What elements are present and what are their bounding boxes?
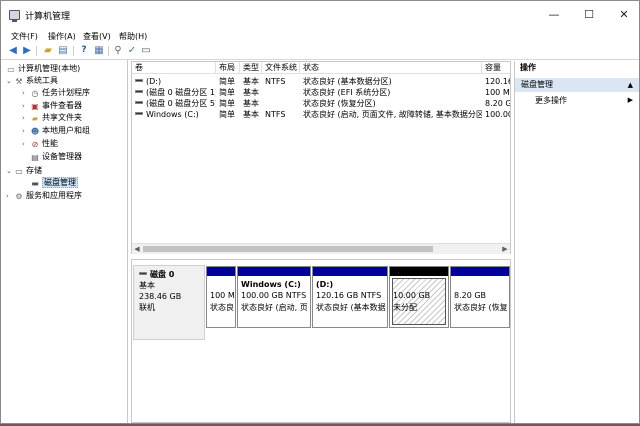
users-icon: ☻	[30, 127, 40, 136]
scrollbar-thumb[interactable]	[143, 246, 433, 252]
expand-icon[interactable]: ›	[22, 112, 30, 124]
partition-efi[interactable]: 100 M 状态良	[206, 266, 236, 328]
column-header-capacity[interactable]: 容量	[482, 62, 510, 74]
expand-icon[interactable]: ›	[22, 138, 30, 150]
up-folder-icon[interactable]: ▰	[42, 45, 54, 56]
back-arrow-icon[interactable]: ◀	[7, 45, 19, 56]
tree-performance[interactable]: › ⊘ 性能	[22, 138, 58, 150]
column-header-volume[interactable]: 卷	[132, 62, 216, 74]
disk-type: 基本	[139, 281, 155, 290]
partition-bar	[451, 267, 509, 276]
actions-section-disk-management[interactable]: 磁盘管理 ▲	[515, 78, 639, 92]
connect-icon[interactable]: ⚲	[112, 45, 124, 56]
toolbar-separator	[73, 46, 74, 56]
column-header-status[interactable]: 状态	[300, 62, 482, 74]
menu-action[interactable]: 操作(A)	[48, 31, 76, 42]
maximize-button[interactable]: ☐	[572, 1, 606, 29]
disk-size: 238.46 GB	[139, 292, 182, 301]
menu-bar: 文件(F) 操作(A) 查看(V) 帮助(H)	[1, 29, 639, 43]
toolbar-separator	[108, 46, 109, 56]
disk-0-info[interactable]: 磁盘 0 基本 238.46 GB 联机	[133, 265, 205, 340]
submenu-arrow-icon: ▶	[627, 96, 633, 104]
actions-pane: 操作 磁盘管理 ▲ 更多操作 ▶	[514, 61, 639, 423]
collapse-icon[interactable]: ⌄	[6, 75, 14, 87]
partition-recovery[interactable]: 8.20 GB 状态良好 (恢复	[450, 266, 510, 328]
horizontal-scrollbar[interactable]: ◀ ▶	[132, 243, 510, 254]
disk-icon	[139, 272, 147, 275]
partition-windows-c[interactable]: Windows (C:) 100.00 GB NTFS 状态良好 (启动, 页	[237, 266, 311, 328]
scroll-right-icon[interactable]: ▶	[500, 244, 510, 254]
partition-d[interactable]: (D:) 120.16 GB NTFS 状态良好 (基本数据	[312, 266, 388, 328]
toolbar: ◀ ▶ ▰ ▤ ? ▦ ⚲ ✓ ▭	[1, 43, 639, 60]
tree-local-users[interactable]: › ☻ 本地用户和组	[22, 125, 90, 137]
tree-shared-folders[interactable]: › ▰ 共享文件夹	[22, 112, 82, 124]
menu-file[interactable]: 文件(F)	[11, 31, 38, 42]
expand-icon[interactable]: ›	[22, 100, 30, 112]
services-icon: ⚙	[15, 192, 23, 201]
tree-disk-management[interactable]: ▬ 磁盘管理	[22, 177, 78, 189]
disk-name: 磁盘 0	[150, 270, 175, 279]
expand-icon[interactable]: ›	[6, 190, 14, 202]
window-title: 计算机管理	[25, 12, 71, 22]
toolbar-separator	[36, 46, 37, 56]
title-bar: 计算机管理 — ☐ ✕	[1, 1, 639, 29]
tree-system-tools[interactable]: ⌄ ⚒ 系统工具	[6, 75, 58, 87]
partition-bar	[313, 267, 387, 276]
disk-graphical-view: 磁盘 0 基本 238.46 GB 联机 100 M 状态良 Windows (…	[131, 259, 511, 423]
computer-management-window: 计算机管理 — ☐ ✕ 文件(F) 操作(A) 查看(V) 帮助(H) ◀ ▶ …	[0, 0, 640, 424]
partition-bar	[390, 267, 448, 276]
clock-icon: ◷	[31, 89, 39, 98]
tree-task-scheduler[interactable]: › ◷ 任务计划程序	[22, 87, 90, 99]
minimize-button[interactable]: —	[537, 1, 571, 29]
menu-help[interactable]: 帮助(H)	[119, 31, 147, 42]
close-button[interactable]: ✕	[607, 1, 639, 29]
column-header-type[interactable]: 类型	[240, 62, 262, 74]
properties-icon[interactable]: ▭	[140, 45, 152, 56]
collapse-up-icon[interactable]: ▲	[628, 78, 633, 92]
tree-storage[interactable]: ⌄ ▭ 存储	[6, 165, 42, 177]
tree-root[interactable]: ▭ 计算机管理(本地)	[6, 63, 80, 75]
navigation-tree: ▭ 计算机管理(本地) ⌄ ⚒ 系统工具 › ◷ 任务计划程序 › ▣ 事件查看器 › ▰ 共享文…	[2, 60, 128, 423]
show-hide-tree-icon[interactable]: ▤	[57, 45, 69, 56]
volume-icon	[135, 90, 143, 93]
scroll-left-icon[interactable]: ◀	[132, 244, 142, 254]
disk-status: 联机	[139, 303, 155, 312]
more-actions-item[interactable]: 更多操作 ▶	[515, 94, 639, 107]
volume-icon	[135, 112, 143, 115]
check-icon[interactable]: ✓	[126, 45, 138, 56]
volume-icon	[135, 101, 143, 104]
expand-icon[interactable]: ›	[22, 125, 30, 137]
performance-icon: ⊘	[31, 140, 39, 149]
disk-management-icon: ▬	[31, 179, 39, 188]
tree-services[interactable]: › ⚙ 服务和应用程序	[6, 190, 82, 202]
expand-icon[interactable]: ›	[22, 87, 30, 99]
tools-icon: ⚒	[15, 77, 23, 86]
collapse-icon[interactable]: ⌄	[6, 165, 14, 177]
volume-list: 卷 布局 类型 文件系统 状态 容量 (D:) 简单 基本 NTFS 状态良好 …	[131, 61, 511, 254]
tree-event-viewer[interactable]: › ▣ 事件查看器	[22, 100, 82, 112]
help-icon[interactable]: ?	[78, 45, 90, 56]
partition-unallocated[interactable]: 10.00 GB 未分配	[389, 266, 449, 328]
device-manager-icon: ▤	[31, 153, 39, 162]
actions-header: 操作	[520, 63, 536, 72]
partition-bar	[207, 267, 235, 276]
forward-arrow-icon[interactable]: ▶	[21, 45, 33, 56]
computer-icon: ▭	[7, 65, 15, 74]
column-header-layout[interactable]: 布局	[216, 62, 240, 74]
volume-icon	[135, 79, 143, 82]
storage-icon: ▭	[15, 167, 23, 176]
console-view-icon[interactable]: ▦	[93, 45, 105, 56]
partition-bar	[238, 267, 310, 276]
event-viewer-icon: ▣	[31, 102, 39, 111]
tree-device-manager[interactable]: ▤ 设备管理器	[22, 151, 82, 163]
column-header-filesystem[interactable]: 文件系统	[262, 62, 300, 74]
computer-management-icon	[9, 10, 20, 22]
menu-view[interactable]: 查看(V)	[83, 31, 111, 42]
shared-folder-icon: ▰	[31, 114, 39, 123]
